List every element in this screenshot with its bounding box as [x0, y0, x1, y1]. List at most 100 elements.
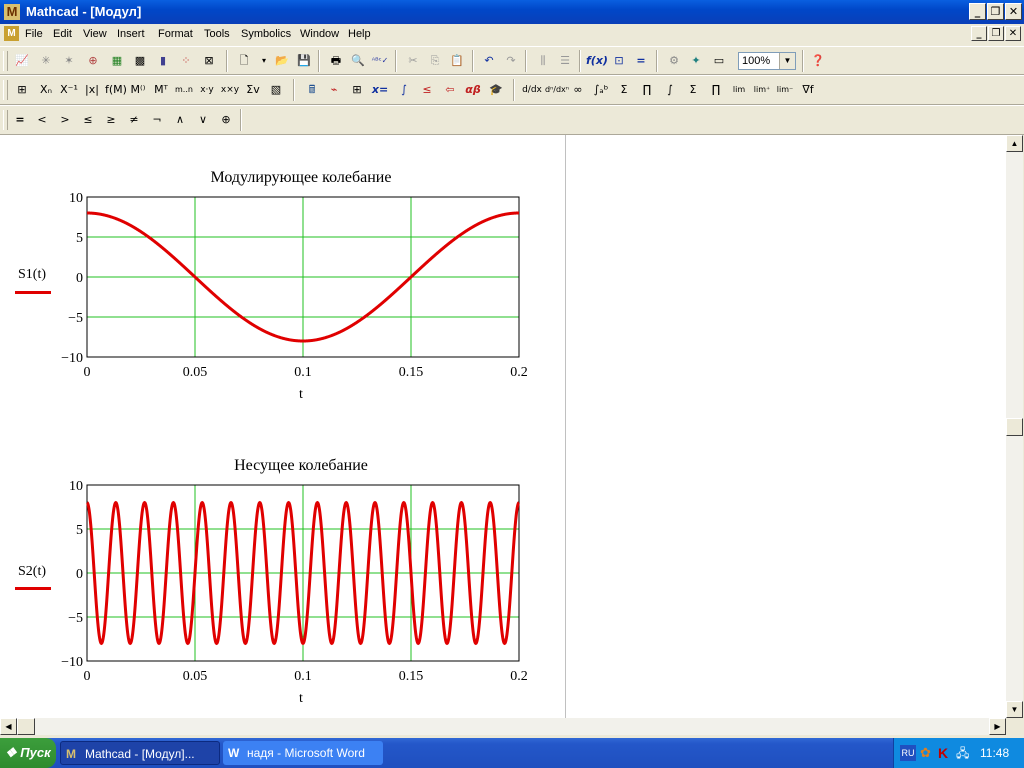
symbolic-palette-icon[interactable]: 🎓 [486, 80, 506, 100]
scroll-up-icon[interactable]: ▲ [1006, 135, 1023, 152]
calculate-icon[interactable]: = [631, 51, 651, 71]
zoom-select[interactable]: 100% ▼ [738, 52, 796, 70]
product-icon[interactable]: ∏ [637, 80, 657, 100]
plot2-xlabel[interactable]: t [299, 691, 303, 707]
menu-symbolics[interactable]: Symbolics [241, 28, 291, 40]
toolbar-grip[interactable] [3, 80, 8, 100]
worksheet[interactable]: Модулирующее колебание S1(t) t 10 5 0 −5… [0, 135, 1006, 718]
minimize-button[interactable]: _ [969, 3, 986, 20]
align-down-icon[interactable]: ☰ [555, 51, 575, 71]
component-icon[interactable]: ⚙ [664, 51, 684, 71]
range-icon[interactable]: m..n [174, 80, 194, 100]
determinant-icon[interactable]: |x| [82, 80, 102, 100]
start-button[interactable]: ❖ Пуск [0, 738, 56, 768]
polar-plot-icon[interactable]: ✳ [36, 51, 56, 71]
menu-window[interactable]: Window [300, 28, 339, 40]
vector-sum-icon[interactable]: Σv [243, 80, 263, 100]
matrix-palette-icon[interactable]: ⊞ [347, 80, 367, 100]
horizontal-scrollbar[interactable]: ◀ ▶ [0, 718, 1006, 735]
derivative-icon[interactable]: d/dx [522, 80, 542, 100]
antivirus-icon[interactable]: K [938, 745, 954, 761]
vectorize-icon[interactable]: f(M) [105, 80, 127, 100]
laplacian-icon[interactable]: ∇f [798, 80, 818, 100]
vector-plot-icon[interactable]: ✶ [59, 51, 79, 71]
insert-function-icon[interactable]: f(x) [586, 51, 608, 71]
globe-icon[interactable]: ⊕ [83, 51, 103, 71]
doc-close-button[interactable]: ✕ [1005, 26, 1021, 41]
scatter-plot-icon[interactable]: ⁘ [176, 51, 196, 71]
superscript-icon[interactable]: M⁽⁾ [128, 80, 148, 100]
bar-plot-icon[interactable]: ▮ [153, 51, 173, 71]
close-button[interactable]: ✕ [1005, 3, 1022, 20]
less-than-operator[interactable]: < [32, 110, 52, 130]
transpose-icon[interactable]: Mᵀ [151, 80, 171, 100]
inverse-icon[interactable]: X⁻¹ [59, 80, 79, 100]
taskbar-item-mathcad[interactable]: M Mathcad - [Модул]... [60, 741, 220, 765]
mathcad-app-icon[interactable]: M [4, 4, 20, 20]
infinity-icon[interactable]: ∞ [568, 80, 588, 100]
new-dropdown-icon[interactable]: ▾ [254, 51, 274, 71]
subscript-icon[interactable]: Xₙ [36, 80, 56, 100]
scroll-down-icon[interactable]: ▼ [1006, 701, 1023, 718]
plot2-chart[interactable]: 10 5 0 −5 −10 0 0.05 0.1 0.15 0.2 [40, 478, 540, 688]
less-equal-operator[interactable]: ≤ [78, 110, 98, 130]
plot-wizard-icon[interactable]: ⊠ [199, 51, 219, 71]
dot-product-icon[interactable]: x·y [197, 80, 217, 100]
menu-edit[interactable]: Edit [53, 28, 72, 40]
plot1-xlabel[interactable]: t [299, 387, 303, 403]
cross-product-icon[interactable]: x×y [220, 80, 240, 100]
left-limit-icon[interactable]: lim⁻ [775, 80, 795, 100]
scroll-right-icon[interactable]: ▶ [989, 718, 1006, 735]
boolean-palette-icon[interactable]: ≤ [417, 80, 437, 100]
xor-operator[interactable]: ⊕ [216, 110, 236, 130]
greek-palette-icon[interactable]: αβ [463, 80, 483, 100]
limit-icon[interactable]: lim [729, 80, 749, 100]
picture-icon[interactable]: ▧ [266, 80, 286, 100]
not-operator[interactable]: ¬ [147, 110, 167, 130]
menu-file[interactable]: File [25, 28, 43, 40]
nth-derivative-icon[interactable]: dⁿ/dxⁿ [545, 80, 569, 100]
indefinite-integral-icon[interactable]: ∫ [660, 80, 680, 100]
range-sum-icon[interactable]: Σ [683, 80, 703, 100]
graph-palette-icon[interactable]: ⌁ [324, 80, 344, 100]
redo-icon[interactable]: ↷ [501, 51, 521, 71]
summation-icon[interactable]: Σ [614, 80, 634, 100]
menu-view[interactable]: View [83, 28, 107, 40]
equals-operator[interactable]: = [10, 110, 30, 130]
range-product-icon[interactable]: ∏ [706, 80, 726, 100]
new-document-icon[interactable]: 🗋 [234, 51, 254, 71]
scroll-left-icon[interactable]: ◀ [0, 718, 17, 735]
toolbar-grip[interactable] [3, 110, 8, 130]
paste-icon[interactable]: 📋 [447, 51, 467, 71]
window-icon[interactable]: ▭ [709, 51, 729, 71]
surface-plot-icon[interactable]: ▦ [107, 51, 127, 71]
open-folder-icon[interactable]: 📂 [272, 51, 292, 71]
programming-palette-icon[interactable]: ⇦ [440, 80, 460, 100]
horizontal-scroll-thumb[interactable] [17, 718, 35, 735]
evaluation-palette-icon[interactable]: x= [370, 80, 390, 100]
spell-check-icon[interactable]: ᴬᴮᶜ✓ [370, 51, 390, 71]
network-icon[interactable]: 🖧 [956, 745, 972, 761]
insert-unit-icon[interactable]: ⊡ [609, 51, 629, 71]
matrix-icon[interactable]: ⊞ [12, 80, 32, 100]
undo-icon[interactable]: ↶ [479, 51, 499, 71]
language-indicator[interactable]: RU [900, 745, 916, 761]
taskbar-item-word[interactable]: Wнадя - Microsoft Word [223, 741, 383, 765]
toolbar-grip[interactable] [3, 51, 8, 71]
chevron-down-icon[interactable]: ▼ [779, 53, 795, 69]
and-operator[interactable]: ∧ [170, 110, 190, 130]
calculus-palette-icon[interactable]: ∫ [394, 80, 414, 100]
doc-restore-button[interactable]: ❐ [988, 26, 1004, 41]
menu-insert[interactable]: Insert [117, 28, 145, 40]
vertical-scroll-thumb[interactable] [1006, 418, 1023, 436]
greater-than-operator[interactable]: > [55, 110, 75, 130]
document-icon[interactable]: M [4, 26, 19, 41]
plot1-chart[interactable]: 10 5 0 −5 −10 0 0.05 0.1 0.15 0.2 [40, 190, 540, 385]
copy-icon[interactable]: ⎘ [425, 51, 445, 71]
contour-plot-icon[interactable]: ▩ [130, 51, 150, 71]
help-icon[interactable]: ❓ [808, 51, 828, 71]
menu-help[interactable]: Help [348, 28, 371, 40]
graph-toolbar-icon[interactable]: 📈 [12, 51, 32, 71]
save-icon[interactable]: 💾 [294, 51, 314, 71]
doc-minimize-button[interactable]: _ [971, 26, 987, 41]
